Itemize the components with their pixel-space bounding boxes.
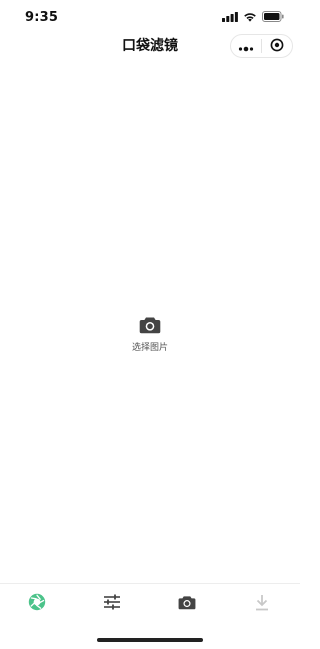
close-button[interactable] (262, 35, 292, 57)
home-indicator[interactable] (97, 638, 203, 642)
download-icon (254, 594, 270, 615)
status-time: 9:35 (25, 10, 59, 25)
app-screen: 9:35 口袋滤镜 选择图片 (0, 0, 300, 649)
choose-image-label: 选择图片 (131, 343, 168, 353)
choose-image-button[interactable]: 选择图片 (100, 316, 200, 362)
battery-icon (262, 11, 284, 22)
bottom-tab-bar (0, 583, 300, 623)
tab-download[interactable] (252, 594, 272, 615)
menu-capsule (230, 34, 293, 58)
wifi-icon (243, 12, 257, 22)
target-circle-icon (270, 37, 284, 56)
aperture-icon (28, 593, 46, 615)
signal-icon (222, 11, 238, 22)
more-dots-icon (238, 37, 254, 56)
tab-filters[interactable] (27, 593, 47, 615)
tab-camera[interactable] (177, 595, 197, 613)
sliders-icon (103, 594, 121, 614)
camera-icon (139, 316, 161, 338)
status-icons (222, 11, 284, 22)
status-bar: 9:35 (0, 0, 300, 34)
camera-icon (178, 595, 196, 614)
more-button[interactable] (231, 35, 261, 57)
tab-adjust[interactable] (102, 594, 122, 614)
